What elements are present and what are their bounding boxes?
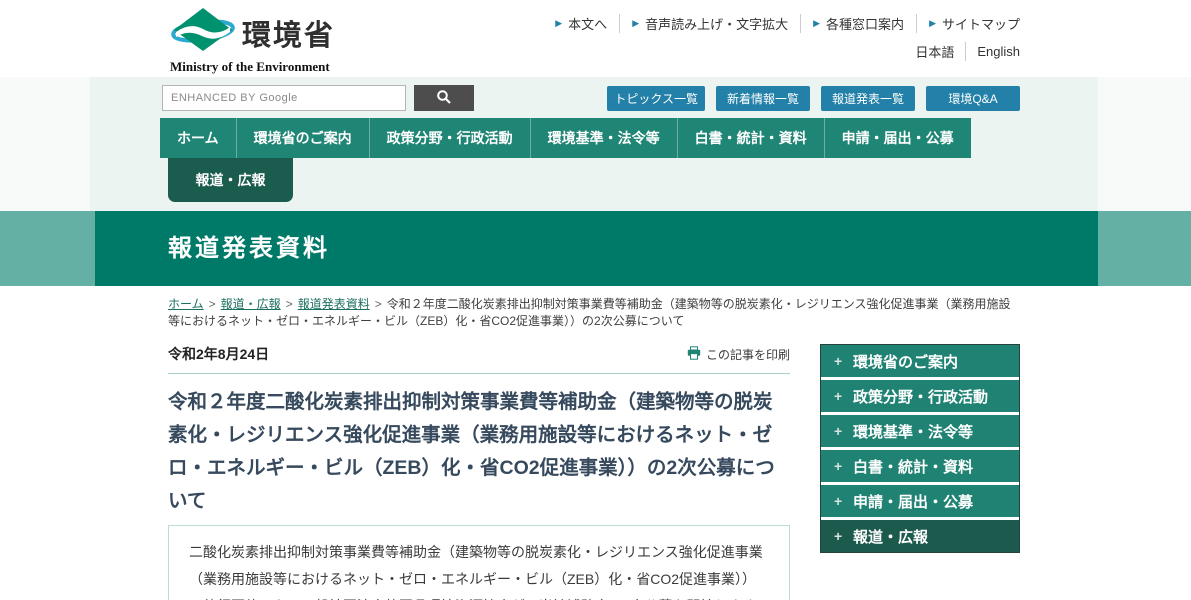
article-column: 令和2年8月24日 この記事を印刷 令和２年度二酸化炭素排出抑制対 xyxy=(168,344,790,600)
logo-row: 環境省 xyxy=(170,7,335,58)
article-meta-row: 令和2年8月24日 この記事を印刷 xyxy=(168,344,790,364)
page: 環境省 Ministry of the Environment ▶ 本文へ ▶ 音声… xyxy=(0,0,1191,600)
new-info-list-button[interactable]: 新着情報一覧 xyxy=(716,86,810,111)
printer-icon xyxy=(687,346,701,363)
link-to-main-content[interactable]: ▶ 本文へ xyxy=(543,14,620,33)
utility-link-label: 本文へ xyxy=(568,14,607,33)
breadcrumb-current: 令和２年度二酸化炭素排出抑制対策事業費等補助金（建築物等の脱炭素化・レジリエンス… xyxy=(168,297,1010,328)
divider xyxy=(168,373,790,374)
quick-buttons: トピックス一覧 新着情報一覧 報道発表一覧 環境Q&A xyxy=(607,86,1020,111)
article-date: 令和2年8月24日 xyxy=(168,344,269,364)
triangle-icon: ▶ xyxy=(632,18,639,29)
triangle-icon: ▶ xyxy=(929,18,936,29)
article-summary-box: 二酸化炭素排出抑制対策事業費等補助金（建築物等の脱炭素化・レジリエンス強化促進事… xyxy=(168,525,790,600)
search-button[interactable] xyxy=(414,85,474,111)
nav-whitepaper-stats[interactable]: 白書・統計・資料 xyxy=(677,118,824,158)
side-menu-policy[interactable]: + 政策分野・行政活動 xyxy=(821,380,1019,412)
search-input[interactable] xyxy=(162,85,406,111)
nav-home[interactable]: ホーム xyxy=(160,118,236,158)
plus-icon: + xyxy=(834,458,844,474)
side-menu-applications[interactable]: + 申請・届出・公募 xyxy=(821,485,1019,517)
content-area: ホーム>報道・広報>報道発表資料>令和２年度二酸化炭素排出抑制対策事業費等補助金… xyxy=(0,286,1191,600)
link-sitemap[interactable]: ▶ サイトマップ xyxy=(917,14,1020,33)
breadcrumb-separator: > xyxy=(375,297,382,311)
side-menu-label: 環境基準・法令等 xyxy=(853,421,973,442)
side-menu-label: 政策分野・行政活動 xyxy=(853,386,988,407)
breadcrumb-separator: > xyxy=(286,297,293,311)
breadcrumb-home[interactable]: ホーム xyxy=(168,297,204,311)
side-menu-label: 白書・統計・資料 xyxy=(853,456,973,477)
link-speech-textsize[interactable]: ▶ 音声読み上げ・文字拡大 xyxy=(620,14,801,33)
side-menu-label: 環境省のご案内 xyxy=(853,351,958,372)
side-menu-standards-laws[interactable]: + 環境基準・法令等 xyxy=(821,415,1019,447)
article-title: 令和２年度二酸化炭素排出抑制対策事業費等補助金（建築物等の脱炭素化・レジリエンス… xyxy=(168,386,790,518)
nav-press-pr[interactable]: 報道・広報 xyxy=(168,158,293,202)
moe-logo-icon xyxy=(170,7,236,58)
side-menu-label: 報道・広報 xyxy=(853,526,928,547)
page-title: 報道発表資料 xyxy=(95,211,1098,286)
environment-qa-button[interactable]: 環境Q&A xyxy=(926,86,1020,111)
side-menu: +環境省のご案内 +政策分野・行政活動 +環境基準・法令等 +白書・統計・資料 … xyxy=(820,344,1020,553)
print-link-label: この記事を印刷 xyxy=(706,346,790,363)
moe-logo[interactable]: 環境省 Ministry of the Environment xyxy=(170,7,335,75)
nav-policy[interactable]: 政策分野・行政活動 xyxy=(369,118,530,158)
language-switch: 日本語 English xyxy=(915,42,1020,61)
side-menu-whitepaper-stats[interactable]: + 白書・統計・資料 xyxy=(821,450,1019,482)
plus-icon: + xyxy=(834,528,844,544)
logo-title: 環境省 xyxy=(242,12,335,54)
triangle-icon: ▶ xyxy=(555,18,562,29)
breadcrumb: ホーム > 報道・広報 > 報道発表資料 >令和２年度二酸化炭素排出抑制対策事業費等補助金… xyxy=(168,296,1016,330)
plus-icon: + xyxy=(834,423,844,439)
utility-links: ▶ 本文へ ▶ 音声読み上げ・文字拡大 ▶ 各種窓口案内 ▶ サイトマップ xyxy=(543,14,1020,33)
side-menu-press-pr[interactable]: + 報道・広報 xyxy=(821,520,1019,552)
breadcrumb-press-pr[interactable]: 報道・広報 xyxy=(221,297,281,311)
topics-list-button[interactable]: トピックス一覧 xyxy=(607,86,705,111)
press-release-list-button[interactable]: 報道発表一覧 xyxy=(821,86,915,111)
plus-icon: + xyxy=(834,353,844,369)
breadcrumb-press-release[interactable]: 報道発表資料 xyxy=(298,297,370,311)
site-header: 環境省 Ministry of the Environment ▶ 本文へ ▶ 音声… xyxy=(0,0,1191,77)
search-icon xyxy=(436,89,452,108)
main-navigation: ホーム 環境省のご案内 政策分野・行政活動 環境基準・法令等 白書・統計・資料 … xyxy=(160,118,971,158)
logo-subtitle: Ministry of the Environment xyxy=(170,59,335,75)
side-menu-label: 申請・届出・公募 xyxy=(853,491,973,512)
utility-link-label: サイトマップ xyxy=(942,14,1020,33)
nav-about-moe[interactable]: 環境省のご案内 xyxy=(236,118,369,158)
lang-english[interactable]: English xyxy=(966,44,1020,59)
plus-icon: + xyxy=(834,388,844,404)
breadcrumb-separator: > xyxy=(209,297,216,311)
page-title-band-center: 報道発表資料 xyxy=(95,211,1098,286)
print-article-link[interactable]: この記事を印刷 xyxy=(687,346,790,363)
link-contact-desk[interactable]: ▶ 各種窓口案内 xyxy=(801,14,917,33)
search-bar xyxy=(162,85,474,111)
plus-icon: + xyxy=(834,493,844,509)
content-columns: 令和2年8月24日 この記事を印刷 令和２年度二酸化炭素排出抑制対 xyxy=(168,344,1020,600)
triangle-icon: ▶ xyxy=(813,18,820,29)
utility-link-label: 音声読み上げ・文字拡大 xyxy=(645,14,788,33)
nav-standards-laws[interactable]: 環境基準・法令等 xyxy=(530,118,677,158)
page-title-band: 報道発表資料 xyxy=(0,211,1191,286)
utility-link-label: 各種窓口案内 xyxy=(826,14,904,33)
article-summary-text: 二酸化炭素排出抑制対策事業費等補助金（建築物等の脱炭素化・レジリエンス強化促進事… xyxy=(189,544,763,600)
nav-applications[interactable]: 申請・届出・公募 xyxy=(824,118,971,158)
lang-japanese[interactable]: 日本語 xyxy=(915,42,966,61)
header-band: トピックス一覧 新着情報一覧 報道発表一覧 環境Q&A ホーム 環境省のご案内 … xyxy=(0,77,1191,211)
side-menu-about-moe[interactable]: + 環境省のご案内 xyxy=(821,345,1019,377)
